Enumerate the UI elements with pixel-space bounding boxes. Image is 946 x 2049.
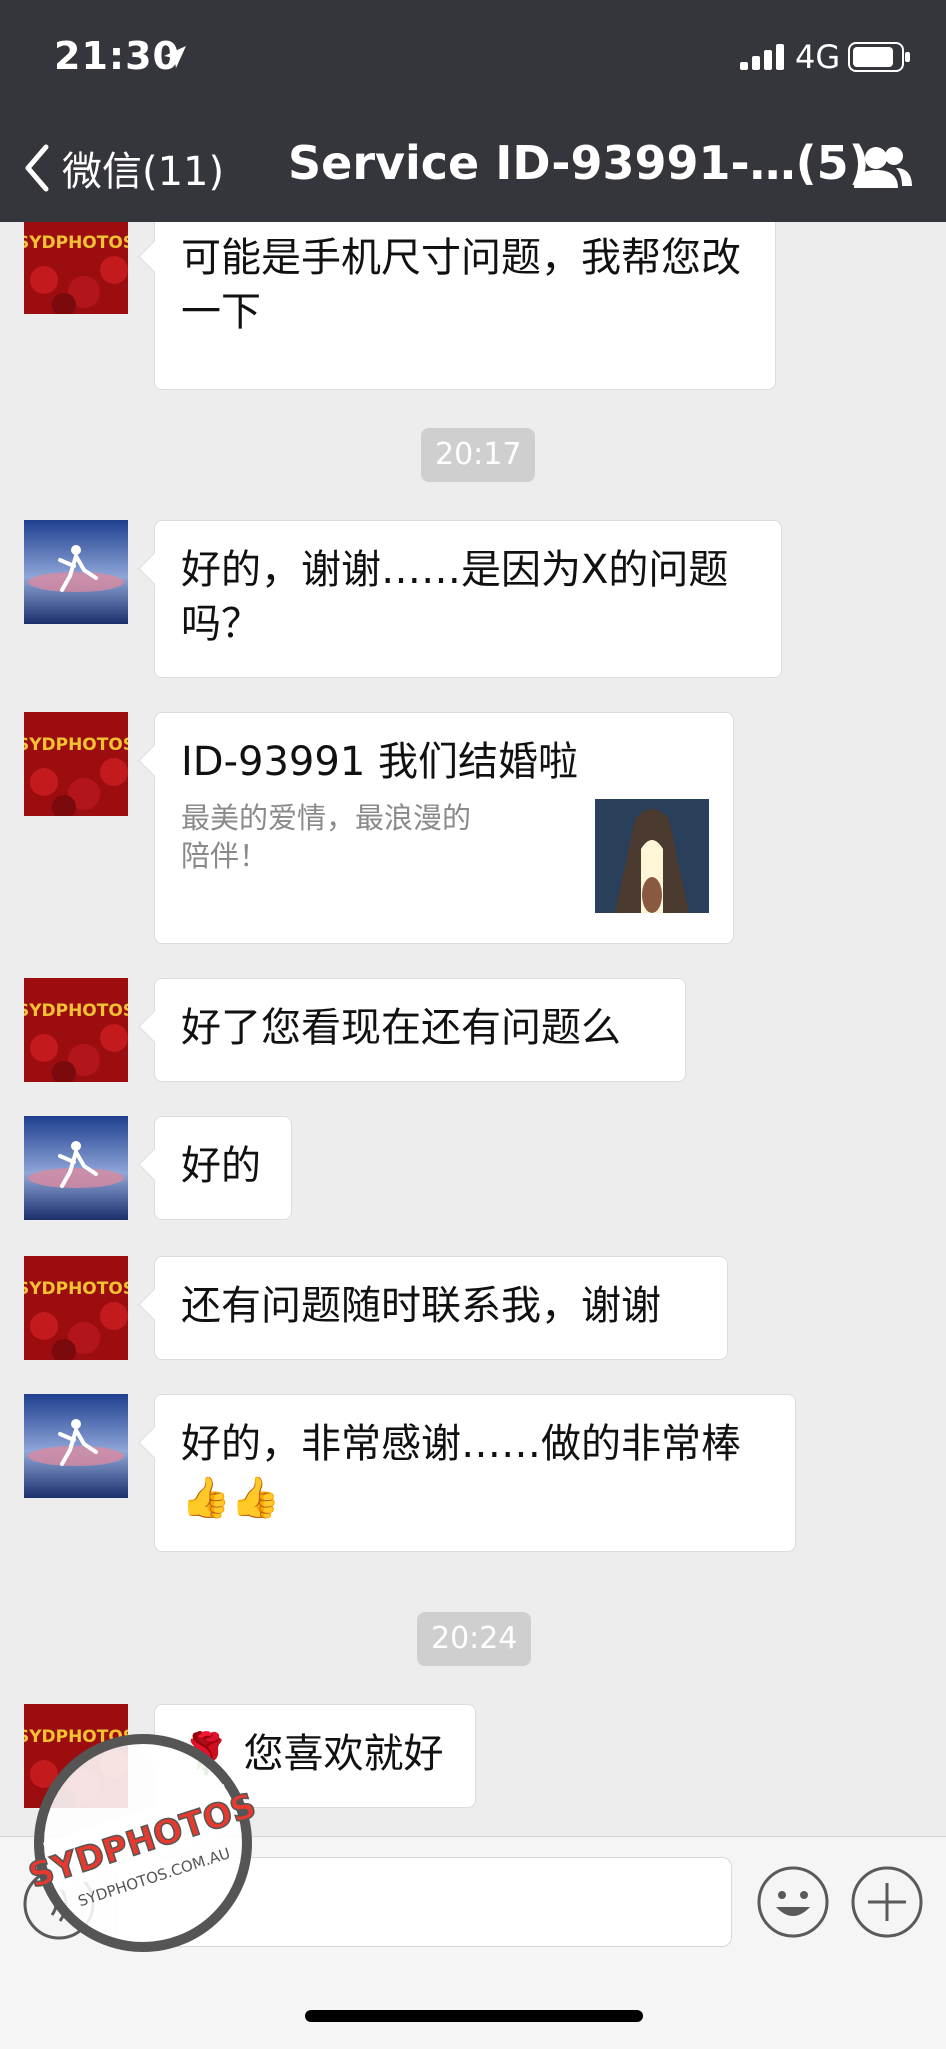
- avatar[interactable]: [24, 1116, 128, 1220]
- avatar[interactable]: SYDPHOTOS: [24, 222, 128, 314]
- message-bubble[interactable]: 好了您看现在还有问题么: [154, 978, 686, 1082]
- avatar[interactable]: SYDPHOTOS: [24, 1256, 128, 1360]
- message-text: 好的，非常感谢……做的非常棒: [181, 1421, 741, 1467]
- chat-title: Service ID-93991-…(5): [288, 136, 870, 190]
- back-button[interactable]: 微信(11): [22, 140, 224, 196]
- timestamp: 20:17: [421, 428, 536, 482]
- avatar-logo-text: SYDPHOTOS: [24, 1001, 128, 1021]
- people-icon[interactable]: [852, 144, 914, 190]
- home-indicator[interactable]: [305, 2010, 643, 2022]
- card-thumbnail: [595, 799, 709, 913]
- network-type: 4G: [795, 38, 841, 76]
- signal-icon: [740, 44, 784, 70]
- plus-icon[interactable]: [850, 1865, 924, 1939]
- card-description: 最美的爱情，最浪漫的陪伴！: [181, 801, 472, 873]
- link-card[interactable]: ID-93991 我们结婚啦 最美的爱情，最浪漫的陪伴！: [154, 712, 734, 944]
- message-text: 还有问题随时联系我，谢谢: [181, 1283, 661, 1329]
- message-bubble[interactable]: 还有问题随时联系我，谢谢: [154, 1256, 728, 1360]
- emoji-icon[interactable]: [756, 1865, 830, 1939]
- chat-area[interactable]: SYDPHOTOS 可能是手机尺寸问题，我帮您改一下 20:17 好的，谢谢………: [0, 222, 946, 1836]
- avatar[interactable]: [24, 1394, 128, 1498]
- message-text: 可能是手机尺寸问题，我帮您改一下: [181, 235, 741, 335]
- message-text: 好了您看现在还有问题么: [181, 1005, 621, 1051]
- avatar[interactable]: SYDPHOTOS: [24, 978, 128, 1082]
- watermark-logo: SYDPHOTOS SYDPHOTOS.COM.AU: [28, 1734, 258, 1952]
- message-bubble[interactable]: 可能是手机尺寸问题，我帮您改一下: [154, 222, 776, 390]
- message-bubble[interactable]: 好的，谢谢……是因为X的问题吗？: [154, 520, 782, 678]
- back-label: 微信(11): [62, 149, 225, 195]
- message-bubble[interactable]: 好的，非常感谢……做的非常棒 👍👍: [154, 1394, 796, 1552]
- avatar-logo-text: SYDPHOTOS: [24, 1279, 128, 1299]
- avatar-logo-text: SYDPHOTOS: [24, 735, 128, 755]
- chevron-left-icon: [25, 144, 49, 192]
- message-text: 好的: [181, 1143, 261, 1189]
- thumbs-up-emoji: 👍👍: [181, 1475, 281, 1521]
- top-header: 21:30 4G 微信(11) Service ID-93991-…(5): [0, 0, 946, 222]
- card-title: ID-93991 我们结婚啦: [181, 739, 578, 785]
- battery-icon: [848, 42, 910, 72]
- timestamp: 20:24: [417, 1612, 532, 1666]
- avatar[interactable]: SYDPHOTOS: [24, 712, 128, 816]
- message-text: 好的，谢谢……是因为X的问题吗？: [181, 547, 729, 647]
- message-bubble[interactable]: 好的: [154, 1116, 292, 1220]
- avatar[interactable]: [24, 520, 128, 624]
- avatar-logo-text: SYDPHOTOS: [24, 233, 128, 253]
- location-arrow-icon: [164, 46, 186, 68]
